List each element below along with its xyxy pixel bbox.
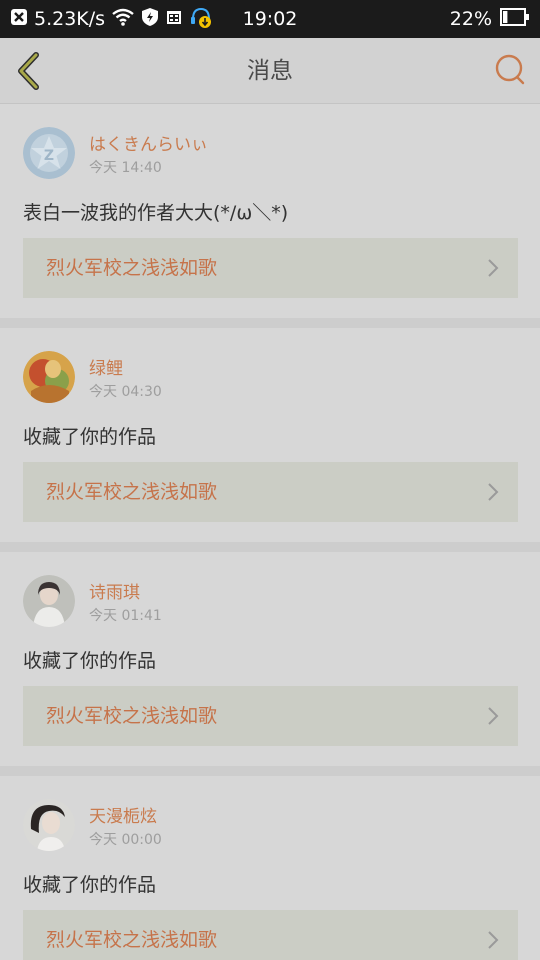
divider: [0, 318, 540, 328]
chevron-right-icon: [488, 931, 499, 949]
search-icon: [495, 54, 525, 85]
svg-text:Z: Z: [44, 148, 54, 164]
chevron-right-icon: [488, 259, 499, 277]
work-link[interactable]: 烈火军校之浅浅如歌: [23, 462, 518, 522]
message-time: 今天 14:40: [89, 160, 162, 176]
message-content: 收藏了你的作品: [23, 650, 157, 672]
chevron-right-icon: [488, 707, 499, 725]
work-link[interactable]: 烈火军校之浅浅如歌: [23, 686, 518, 746]
work-title: 烈火军校之浅浅如歌: [46, 705, 218, 727]
divider: [0, 542, 540, 552]
message-time: 今天 00:00: [89, 832, 162, 848]
message-card: 诗雨琪 今天 01:41 收藏了你的作品 烈火军校之浅浅如歌: [0, 552, 540, 766]
default-avatar-icon[interactable]: Z: [23, 127, 75, 179]
top-navigation-bar: 消息: [0, 38, 540, 104]
sender-name[interactable]: 绿鲤: [89, 354, 123, 379]
photo-avatar[interactable]: [23, 575, 75, 627]
sender-name[interactable]: 诗雨琪: [89, 578, 140, 603]
sender-name[interactable]: はくきんらいぃ: [89, 130, 208, 155]
illustrated-avatar[interactable]: [23, 351, 75, 403]
status-bar: 5.23K/s 19:02 22%: [0, 0, 540, 38]
message-card: 绿鲤 今天 04:30 收藏了你的作品 烈火军校之浅浅如歌: [0, 328, 540, 542]
message-time: 今天 01:41: [89, 608, 162, 624]
message-time: 今天 04:30: [89, 384, 162, 400]
work-title: 烈火军校之浅浅如歌: [46, 929, 218, 951]
message-content: 收藏了你的作品: [23, 874, 157, 896]
work-title: 烈火军校之浅浅如歌: [46, 481, 218, 503]
message-card: 天漫栀炫 今天 00:00 收藏了你的作品 烈火军校之浅浅如歌: [0, 776, 540, 960]
message-card: Z はくきんらいぃ 今天 14:40 表白一波我的作者大大(*/ω＼*) 烈火军…: [0, 104, 540, 318]
message-content: 表白一波我的作者大大(*/ω＼*): [23, 202, 289, 224]
search-button[interactable]: [492, 52, 528, 88]
message-list: Z はくきんらいぃ 今天 14:40 表白一波我的作者大大(*/ω＼*) 烈火军…: [0, 104, 540, 960]
chevron-right-icon: [488, 483, 499, 501]
battery-icon: [500, 8, 530, 30]
work-link[interactable]: 烈火军校之浅浅如歌: [23, 910, 518, 960]
page-title: 消息: [247, 58, 293, 84]
divider: [0, 766, 540, 776]
sender-name[interactable]: 天漫栀炫: [89, 802, 157, 827]
photo-avatar[interactable]: [23, 799, 75, 851]
work-title: 烈火军校之浅浅如歌: [46, 257, 218, 279]
battery-percent: 22%: [449, 8, 492, 30]
message-content: 收藏了你的作品: [23, 426, 157, 448]
work-link[interactable]: 烈火军校之浅浅如歌: [23, 238, 518, 298]
